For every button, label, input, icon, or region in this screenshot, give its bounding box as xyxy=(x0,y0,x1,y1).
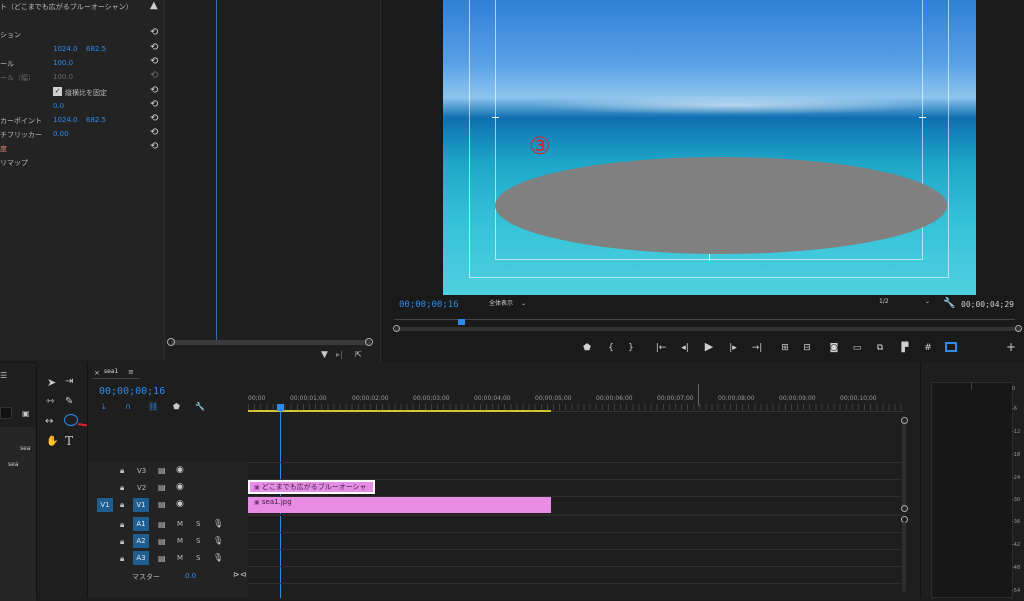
track-target-v1[interactable]: V1 xyxy=(133,498,149,512)
time-marker-line xyxy=(698,384,699,406)
go-to-end-icon[interactable]: ⊳⊲ xyxy=(233,570,246,579)
eye-icon[interactable]: ◉ xyxy=(176,499,184,509)
ruler-label: 00;00;02;00 xyxy=(352,395,389,402)
db-label: -30 xyxy=(1012,497,1021,503)
ruler-label: 00;00;05;00 xyxy=(535,395,572,402)
track-header-bg xyxy=(88,462,248,598)
db-label: -6 xyxy=(1012,406,1017,412)
lock-icon[interactable]: 🔒︎ xyxy=(120,483,124,493)
timeline-tab-underline xyxy=(92,378,140,379)
track-divider xyxy=(248,462,904,463)
sync-lock-icon[interactable]: ▤ xyxy=(158,537,166,546)
db-label: -36 xyxy=(1012,519,1021,525)
db-label: -48 xyxy=(1012,565,1021,571)
source-patch-v1[interactable]: V1 xyxy=(97,498,113,512)
audio-meter-panel xyxy=(920,362,1024,598)
timeline-settings-icon[interactable]: 🔧 xyxy=(195,402,205,411)
microphone-icon[interactable]: 🎙︎ xyxy=(213,536,223,545)
track-divider xyxy=(248,532,904,533)
db-label: -42 xyxy=(1012,542,1021,548)
track-target-a3[interactable]: A3 xyxy=(133,551,149,565)
mute-button[interactable]: M xyxy=(177,520,183,528)
snap-icon[interactable]: ∩ xyxy=(125,402,131,411)
timeline-playhead-head[interactable] xyxy=(277,404,284,411)
ruler-label: 00;00;06;00 xyxy=(596,395,633,402)
track-divider xyxy=(248,549,904,550)
ruler-label: 00;00;01;00 xyxy=(290,395,327,402)
ruler-label: 00;00;10;00 xyxy=(840,395,877,402)
linked-selection-icon[interactable]: ⛓ xyxy=(148,402,158,411)
lock-icon[interactable]: 🔒︎ xyxy=(120,537,124,547)
timeline-v-scroll-audio[interactable] xyxy=(902,522,906,592)
track-target-a1[interactable]: A1 xyxy=(133,517,149,531)
ruler-label: 00;00;08;00 xyxy=(718,395,755,402)
db-label: -18 xyxy=(1012,452,1021,458)
meter-well xyxy=(931,382,1013,598)
add-marker-icon[interactable]: ⬟ xyxy=(173,402,180,411)
mute-button[interactable]: M xyxy=(177,537,183,545)
mute-button[interactable]: M xyxy=(177,554,183,562)
solo-button[interactable]: S xyxy=(196,554,200,562)
lock-icon[interactable]: 🔒︎ xyxy=(120,500,124,510)
scroll-handle-bottom[interactable] xyxy=(901,505,908,512)
solo-button[interactable]: S xyxy=(196,537,200,545)
fx-icon: ▣ xyxy=(254,484,260,491)
timeline-timecode[interactable]: 00;00;00;16 xyxy=(99,386,165,397)
track-divider xyxy=(248,566,904,567)
image-clip-label: sea1.jpg xyxy=(261,498,292,506)
lock-icon[interactable]: 🔒︎ xyxy=(120,554,124,564)
nest-icon[interactable]: ⤓ xyxy=(102,402,106,412)
lock-icon[interactable]: 🔒︎ xyxy=(120,520,124,530)
microphone-icon[interactable]: 🎙︎ xyxy=(213,553,223,562)
track-label-v3: V3 xyxy=(137,467,147,475)
fx-icon: ▣ xyxy=(254,499,260,506)
lock-icon[interactable]: 🔒︎ xyxy=(120,466,124,476)
sync-lock-icon[interactable]: ▤ xyxy=(158,466,166,475)
image-clip[interactable]: ▣ sea1.jpg xyxy=(248,497,551,513)
timeline-tab[interactable]: sea1 xyxy=(104,368,118,375)
work-area-bar[interactable] xyxy=(248,410,551,412)
track-target-a2[interactable]: A2 xyxy=(133,534,149,548)
scroll-handle-top[interactable] xyxy=(901,417,908,424)
sync-lock-icon[interactable]: ▤ xyxy=(158,500,166,509)
tab-menu-icon[interactable]: ≡ xyxy=(128,368,134,376)
eye-icon[interactable]: ◉ xyxy=(176,482,184,492)
sync-lock-icon[interactable]: ▤ xyxy=(158,520,166,529)
master-volume[interactable]: 0.0 xyxy=(185,572,196,580)
sync-lock-icon[interactable]: ▤ xyxy=(158,554,166,563)
db-label: -12 xyxy=(1012,429,1021,435)
track-label-v2: V2 xyxy=(137,484,147,492)
ruler-label: 00;00;07;00 xyxy=(657,395,694,402)
master-track-label: マスター xyxy=(132,573,160,581)
db-label: -24 xyxy=(1012,475,1021,481)
text-clip-label: どこまでも広がるブルーオーシャ xyxy=(261,483,367,491)
timeline-v-scroll[interactable] xyxy=(902,420,906,510)
close-tab-icon[interactable]: × xyxy=(94,369,100,377)
ruler-label: 00;00;03;00 xyxy=(413,395,450,402)
ruler-label: 00;00 xyxy=(248,395,266,402)
eye-icon[interactable]: ◉ xyxy=(176,465,184,475)
microphone-icon[interactable]: 🎙︎ xyxy=(213,519,223,528)
db-label: 0 xyxy=(1012,386,1016,392)
ruler-label: 00;00;09;00 xyxy=(779,395,816,402)
db-label: -54 xyxy=(1012,588,1021,594)
ruler-label: 00;00;04;00 xyxy=(474,395,511,402)
meter-divider xyxy=(971,382,972,390)
solo-button[interactable]: S xyxy=(196,520,200,528)
text-clip[interactable]: ▣ どこまでも広がるブルーオーシャ xyxy=(248,480,375,494)
sync-lock-icon[interactable]: ▤ xyxy=(158,483,166,492)
track-divider xyxy=(248,583,904,584)
